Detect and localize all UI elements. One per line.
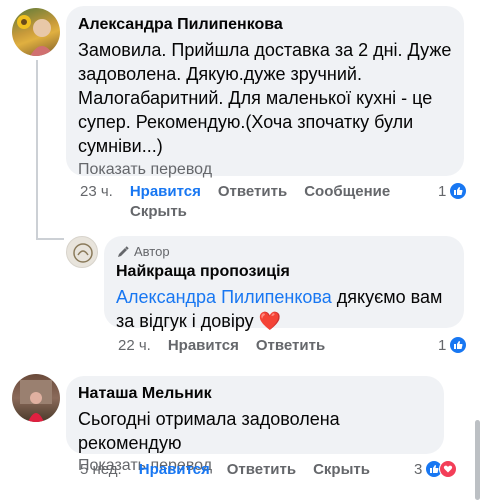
translate-link[interactable]: Показать перевод xyxy=(78,161,452,179)
like-button[interactable]: Нравится xyxy=(139,461,210,478)
comment-author[interactable]: Наташа Мельник xyxy=(78,385,432,403)
comment-author[interactable]: Александра Пилипенкова xyxy=(78,16,452,34)
message-button[interactable]: Сообщение xyxy=(304,183,390,200)
comment-actions: 23 ч. Нравится Ответить Сообщение xyxy=(80,183,407,200)
reaction-count[interactable]: 3 xyxy=(414,460,458,478)
reply-button[interactable]: Ответить xyxy=(256,337,325,354)
heart-icon xyxy=(439,460,458,478)
comment-author[interactable]: Найкраща пропозиція xyxy=(116,263,452,281)
comment-time[interactable]: 22 ч. xyxy=(118,337,151,354)
like-icon xyxy=(449,336,468,354)
comment-actions: 22 ч. Нравится Ответить xyxy=(118,337,342,354)
thread-line xyxy=(36,60,38,240)
reaction-number: 1 xyxy=(438,182,447,200)
reply-button[interactable]: Ответить xyxy=(227,461,296,478)
comment-time[interactable]: 5 нед. xyxy=(80,461,122,478)
like-icon xyxy=(449,182,468,200)
hide-button[interactable]: Скрыть xyxy=(313,461,370,478)
comment-bubble: Наташа Мельник Сьогодні отримала задовол… xyxy=(66,376,444,474)
avatar-logo xyxy=(73,243,93,263)
heart-emoji: ❤️ xyxy=(258,311,282,331)
comment-actions-row2: Скрыть xyxy=(130,203,204,220)
scrollbar[interactable] xyxy=(475,420,480,500)
author-badge-label: Автор xyxy=(134,244,170,259)
pencil-icon xyxy=(118,245,129,257)
avatar[interactable] xyxy=(12,374,60,422)
author-badge: Автор xyxy=(116,244,452,259)
like-button[interactable]: Нравится xyxy=(130,183,201,200)
avatar-photo xyxy=(17,15,54,56)
avatar-photo xyxy=(20,380,52,422)
comment-text: Сьогодні отримала задоволена рекомендую xyxy=(78,409,340,453)
comment-time[interactable]: 23 ч. xyxy=(80,183,113,200)
comment-actions: 5 нед. Нравится Ответить Скрыть xyxy=(80,461,387,478)
reaction-count[interactable]: 1 xyxy=(438,182,468,200)
avatar[interactable] xyxy=(12,8,60,56)
reply-button[interactable]: Ответить xyxy=(218,183,287,200)
like-button[interactable]: Нравится xyxy=(168,337,239,354)
reaction-count[interactable]: 1 xyxy=(438,336,468,354)
comment-text: Замовила. Прийшла доставка за 2 дні. Дуж… xyxy=(78,40,452,156)
thread-branch xyxy=(36,238,64,240)
mention-link[interactable]: Александра Пилипенкова xyxy=(116,287,332,307)
avatar[interactable] xyxy=(66,236,98,268)
reaction-number: 1 xyxy=(438,336,447,354)
comment-text: Александра Пилипенкова дякуємо вам за ві… xyxy=(116,285,452,333)
reply-bubble: Автор Найкраща пропозиція Александра Пил… xyxy=(104,236,464,331)
hide-button[interactable]: Скрыть xyxy=(130,203,187,220)
reaction-number: 3 xyxy=(414,460,423,478)
comment-bubble: Александра Пилипенкова Замовила. Прийшла… xyxy=(66,6,464,179)
